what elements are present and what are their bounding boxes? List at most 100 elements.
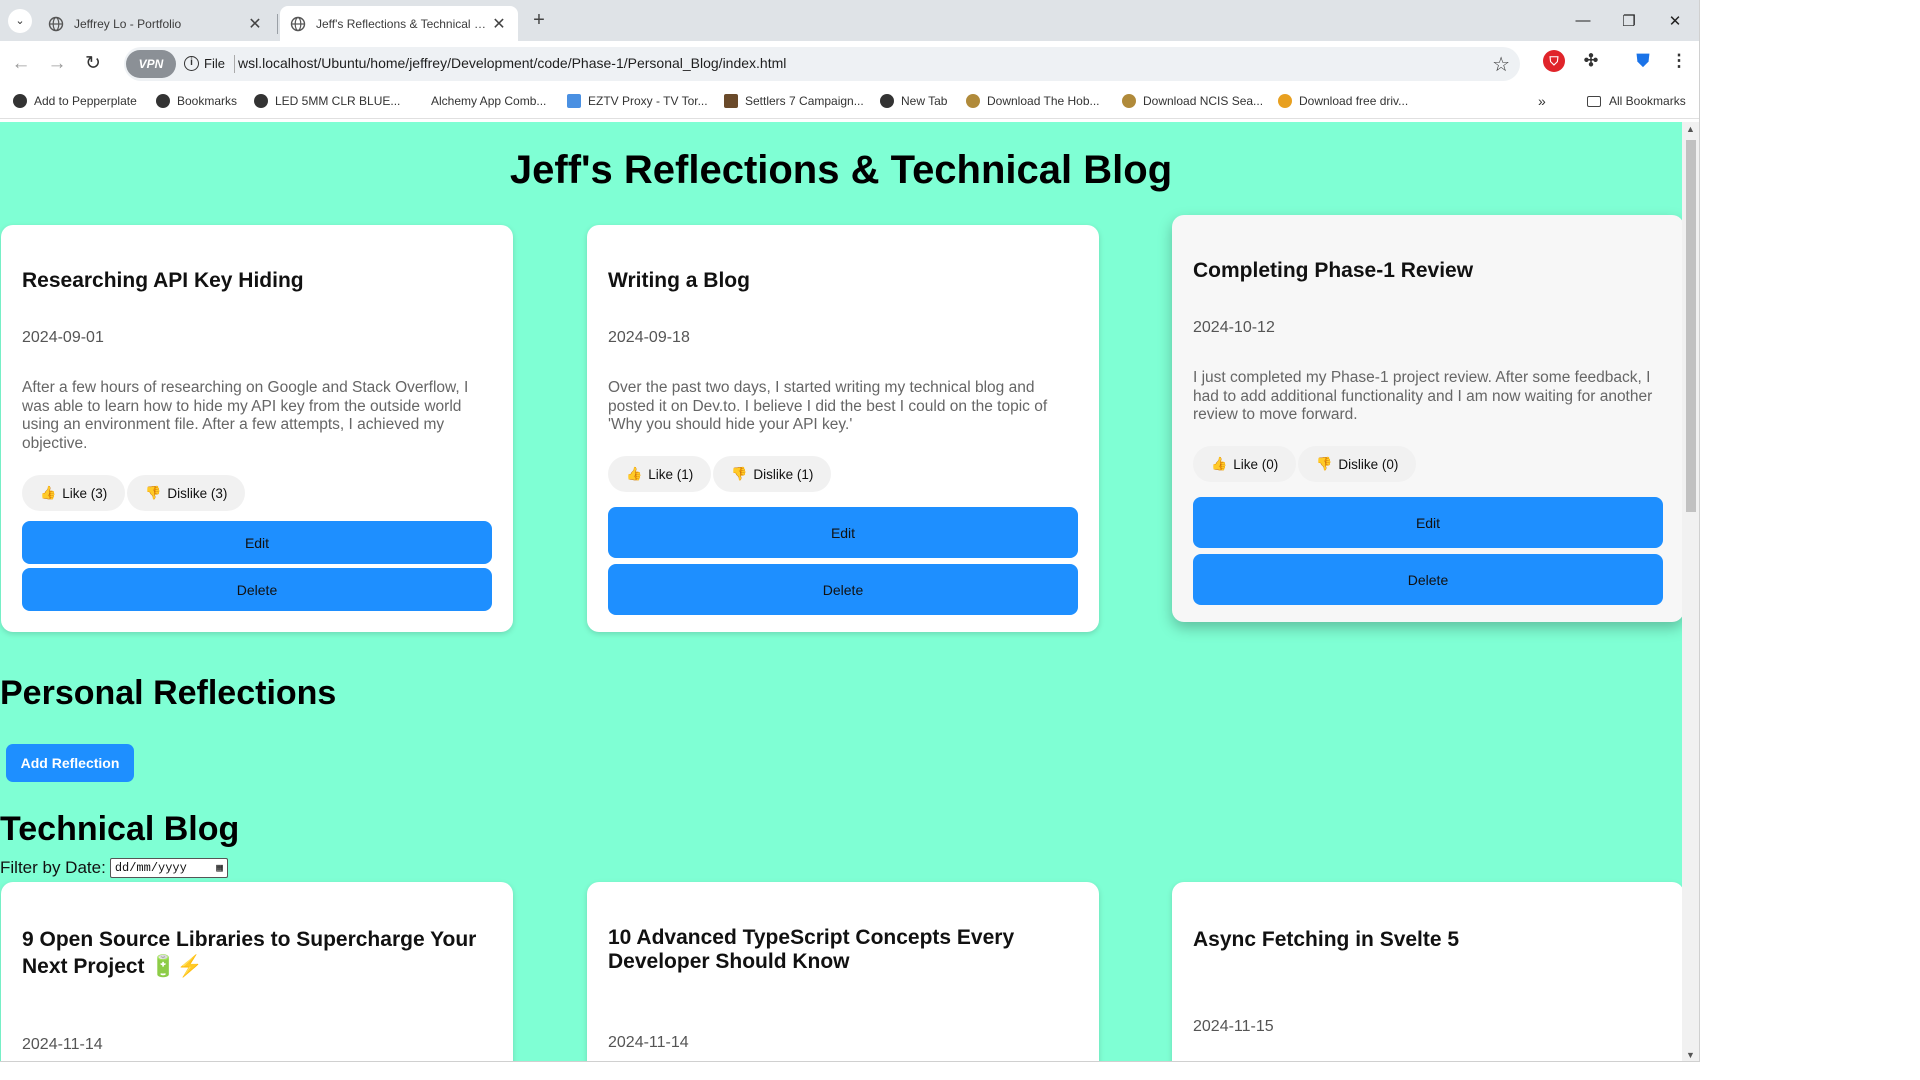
dislike-label: Dislike (1) [753, 466, 814, 482]
restore-icon[interactable]: ❐ [1606, 0, 1652, 41]
like-button[interactable]: 👍 Like (1) [608, 456, 712, 492]
bookmark-label: Download The Hob... [987, 94, 1100, 108]
shield-extension-icon[interactable]: ⛊ [1632, 50, 1654, 72]
tab-separator [277, 14, 278, 34]
extensions-puzzle-icon[interactable]: ✣ [1580, 50, 1602, 72]
reflection-card: Completing Phase-1 Review 2024-10-12 I j… [1172, 215, 1684, 622]
bookmark-favicon-icon [880, 94, 894, 108]
delete-button[interactable]: Delete [1193, 554, 1663, 605]
tab-search-chevron-icon[interactable]: ⌄ [8, 9, 32, 33]
bookmark-item[interactable]: Download NCIS Sea... [1122, 94, 1263, 108]
vpn-badge[interactable]: VPN [126, 50, 176, 78]
close-tab-icon[interactable]: ✕ [490, 14, 508, 34]
edit-button[interactable]: Edit [608, 507, 1078, 558]
bookmark-item[interactable]: Add to Pepperplate [13, 94, 137, 108]
thumbs-up-icon: 👍 [1211, 456, 1228, 471]
bookmark-favicon-icon [966, 94, 980, 108]
reload-icon[interactable]: ↻ [80, 51, 106, 77]
vote-row: 👍 Like (3) 👎 Dislike (3) [22, 475, 247, 511]
reflection-body: I just completed my Phase-1 project revi… [1193, 369, 1653, 423]
date-placeholder: dd/mm/yyyy [114, 861, 187, 875]
browser-toolbar: ← → ↻ VPN i File wsl.localhost/Ubuntu/ho… [0, 41, 1699, 87]
reflection-card: Researching API Key Hiding 2024-09-01 Af… [1, 225, 513, 632]
reflection-body: After a few hours of researching on Goog… [22, 379, 469, 452]
divider [234, 55, 235, 73]
scroll-thumb[interactable] [1686, 140, 1696, 512]
bookmark-item[interactable]: Alchemy App Comb... [410, 94, 546, 108]
article-title: 10 Advanced TypeScript Concepts Every De… [608, 926, 1015, 973]
bookmark-favicon-icon [410, 94, 424, 108]
article-title: Async Fetching in Svelte 5 [1193, 928, 1460, 951]
tab-title: Jeff's Reflections & Technical Blog [316, 16, 490, 31]
info-icon[interactable]: i [184, 56, 199, 71]
menu-kebab-icon[interactable]: ⋮ [1668, 50, 1690, 72]
thumbs-up-icon: 👍 [626, 466, 643, 481]
article-date: 2024-11-14 [608, 1034, 689, 1051]
bookmark-favicon-icon [724, 94, 738, 108]
url-text[interactable]: wsl.localhost/Ubuntu/home/jeffrey/Develo… [238, 55, 786, 71]
thumbs-down-icon: 👎 [1316, 456, 1333, 471]
bookmark-item[interactable]: New Tab [880, 94, 947, 108]
page-scrollbar[interactable]: ▲ ▼ [1682, 122, 1699, 1061]
bookmark-item[interactable]: Download The Hob... [966, 94, 1100, 108]
like-button[interactable]: 👍 Like (0) [1193, 446, 1297, 482]
dislike-button[interactable]: 👎 Dislike (1) [713, 456, 832, 492]
new-tab-icon[interactable]: + [526, 9, 552, 33]
bookmark-item[interactable]: EZTV Proxy - TV Tor... [567, 94, 708, 108]
ublock-extension-icon[interactable]: ⛉ [1543, 50, 1565, 72]
close-tab-icon[interactable]: ✕ [246, 14, 264, 34]
dislike-label: Dislike (0) [1338, 456, 1399, 472]
reflection-body: Over the past two days, I started writin… [608, 379, 1048, 433]
date-filter-input[interactable]: dd/mm/yyyy ▦ [109, 858, 228, 878]
tab-portfolio[interactable]: Jeffrey Lo - Portfolio ✕ [38, 6, 274, 41]
edit-button[interactable]: Edit [22, 521, 492, 564]
bookmark-item[interactable]: Settlers 7 Campaign... [724, 94, 864, 108]
like-button[interactable]: 👍 Like (3) [22, 475, 126, 511]
add-reflection-button[interactable]: Add Reflection [6, 744, 134, 782]
bookmark-favicon-icon [254, 94, 268, 108]
vote-row: 👍 Like (1) 👎 Dislike (1) [608, 456, 833, 492]
delete-button[interactable]: Delete [608, 564, 1078, 615]
globe-icon [48, 16, 64, 31]
bookmark-item[interactable]: LED 5MM CLR BLUE... [254, 94, 400, 108]
dislike-button[interactable]: 👎 Dislike (0) [1298, 446, 1417, 482]
scroll-down-arrow-icon[interactable]: ▼ [1686, 1050, 1695, 1060]
tab-blog[interactable]: Jeff's Reflections & Technical Blog ✕ [280, 6, 518, 41]
bookmark-label: Add to Pepperplate [34, 94, 137, 108]
bookmark-label: Bookmarks [177, 94, 238, 108]
minimize-icon[interactable]: — [1560, 0, 1606, 41]
tab-title: Jeffrey Lo - Portfolio [74, 16, 182, 31]
forward-icon[interactable]: → [44, 51, 70, 77]
article-card: Async Fetching in Svelte 5 2024-11-15 [1172, 882, 1684, 1061]
bookmark-label: Settlers 7 Campaign... [745, 94, 864, 108]
article-date: 2024-11-15 [1193, 1018, 1274, 1035]
bookmark-favicon-icon [13, 94, 27, 108]
date-filter: Filter by Date: dd/mm/yyyy ▦ [0, 858, 228, 878]
dislike-label: Dislike (3) [167, 485, 228, 501]
technical-blog-heading: Technical Blog [0, 810, 240, 848]
more-bookmarks-chevron-icon[interactable]: » [1538, 93, 1546, 109]
bookmarks-bar: Add to Pepperplate Bookmarks LED 5MM CLR… [0, 87, 1699, 119]
scroll-up-arrow-icon[interactable]: ▲ [1686, 124, 1695, 134]
personal-reflections-heading: Personal Reflections [0, 674, 337, 712]
article-card: 9 Open Source Libraries to Supercharge Y… [1, 882, 513, 1061]
dislike-button[interactable]: 👎 Dislike (3) [127, 475, 246, 511]
all-bookmarks[interactable]: All Bookmarks [1587, 94, 1686, 108]
bookmark-favicon-icon [567, 94, 581, 108]
page-viewport: Jeff's Reflections & Technical Blog Rese… [0, 122, 1699, 1061]
calendar-icon[interactable]: ▦ [216, 861, 223, 875]
address-bar[interactable]: VPN i File wsl.localhost/Ubuntu/home/jef… [124, 47, 1520, 81]
delete-button[interactable]: Delete [22, 568, 492, 611]
like-label: Like (1) [648, 466, 694, 482]
bookmark-item[interactable]: Download free driv... [1278, 94, 1408, 108]
bookmark-label: Download free driv... [1299, 94, 1409, 108]
page-title: Jeff's Reflections & Technical Blog [509, 148, 1173, 192]
bookmark-label: New Tab [901, 94, 948, 108]
bookmark-star-icon[interactable]: ☆ [1492, 52, 1510, 77]
edit-button[interactable]: Edit [1193, 497, 1663, 548]
close-window-icon[interactable]: ✕ [1652, 0, 1698, 41]
url-scheme: File [204, 56, 225, 71]
back-icon[interactable]: ← [8, 51, 34, 77]
thumbs-down-icon: 👎 [145, 485, 162, 500]
bookmark-item[interactable]: Bookmarks [156, 94, 237, 108]
